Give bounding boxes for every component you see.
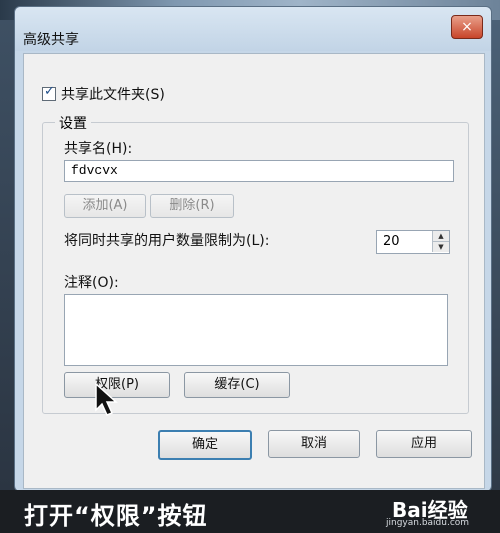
share-folder-checkbox[interactable]: ✓ (42, 84, 56, 101)
dialog-titlebar: 高级共享 × (15, 7, 491, 51)
cache-button[interactable]: 缓存(C) (184, 372, 290, 398)
settings-group-title: 设置 (55, 113, 91, 133)
dialog-title: 高级共享 (23, 32, 79, 48)
dialog-client-area: ✓ 共享此文件夹(S) 设置 共享名(H): fdvcvx 添加(A) 删除(R… (23, 53, 485, 489)
advanced-sharing-dialog: 高级共享 × ✓ 共享此文件夹(S) 设置 共享名(H): fdvcvx 添加(… (14, 6, 492, 492)
cancel-button[interactable]: 取消 (268, 430, 360, 458)
share-folder-label: 共享此文件夹(S) (61, 87, 165, 103)
add-button[interactable]: 添加(A) (64, 194, 146, 218)
close-icon: × (461, 19, 473, 35)
share-name-input[interactable]: fdvcvx (64, 160, 454, 182)
caption-text: 打开“权限”按钮 (24, 502, 208, 530)
checkmark-icon: ✓ (44, 84, 55, 99)
remove-button[interactable]: 删除(R) (150, 194, 234, 218)
close-button[interactable]: × (451, 15, 483, 39)
spin-up-icon[interactable]: ▲ (432, 231, 449, 242)
share-name-label: 共享名(H): (64, 141, 133, 157)
user-limit-value[interactable]: 20 (383, 234, 400, 249)
share-folder-row[interactable]: ✓ 共享此文件夹(S) (42, 84, 165, 104)
spin-down-icon[interactable]: ▼ (432, 242, 449, 252)
ok-button[interactable]: 确定 (158, 430, 252, 460)
apply-button[interactable]: 应用 (376, 430, 472, 458)
watermark-url: jingyan.baidu.com (386, 518, 470, 528)
mouse-cursor-icon (95, 382, 118, 416)
notes-label: 注释(O): (64, 275, 119, 291)
user-limit-spinner[interactable]: 20 ▲ ▼ (376, 230, 450, 254)
user-limit-label: 将同时共享的用户数量限制为(L): (64, 233, 270, 249)
notes-textarea[interactable] (64, 294, 448, 366)
